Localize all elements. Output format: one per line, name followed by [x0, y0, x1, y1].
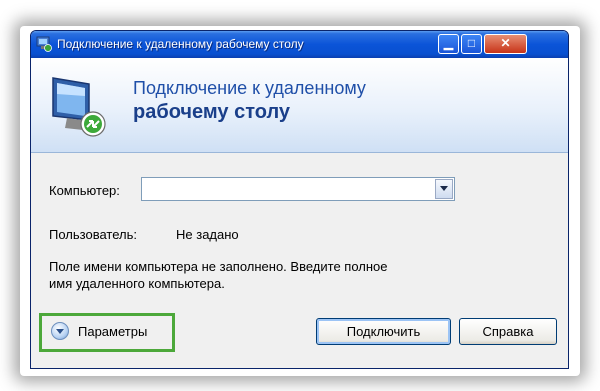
status-message: Поле имени компьютера не заполнено. Введ… [49, 258, 469, 292]
header-title-line1: Подключение к удаленному [133, 78, 366, 98]
computer-combobox[interactable] [141, 177, 455, 201]
minimize-button[interactable]: ▁ [438, 34, 459, 54]
remote-desktop-icon [52, 77, 106, 137]
chevron-down-icon [56, 329, 64, 334]
maximize-icon: □ [467, 36, 476, 50]
banner-header: Подключение к удаленному рабочему столу [31, 58, 568, 153]
minimize-icon: ▁ [443, 36, 454, 50]
computer-label: Компьютер: [49, 183, 120, 198]
dropdown-arrow-icon [440, 186, 448, 191]
help-button[interactable]: Справка [459, 318, 557, 345]
user-label: Пользователь: [49, 227, 137, 242]
connect-button[interactable]: Подключить [316, 318, 451, 345]
maximize-button[interactable]: □ [461, 34, 482, 54]
options-toggle[interactable]: Параметры [39, 313, 175, 352]
close-button[interactable]: ✕ [484, 34, 527, 54]
remote-desktop-window: Подключение к удаленному рабочему столу … [30, 30, 569, 369]
title-bar[interactable]: Подключение к удаленному рабочему столу … [31, 31, 568, 58]
expand-options-icon [51, 322, 69, 340]
user-value: Не задано [176, 227, 239, 242]
header-title-line2: рабочему столу [133, 101, 291, 123]
options-label: Параметры [78, 324, 148, 339]
status-message-line1: Поле имени компьютера не заполнено. Введ… [49, 259, 388, 274]
close-icon: ✕ [500, 36, 511, 50]
status-message-line2: имя удаленного компьютера. [49, 276, 225, 291]
remote-desktop-app-icon [36, 36, 52, 52]
computer-dropdown-button[interactable] [435, 179, 453, 199]
window-title: Подключение к удаленному рабочему столу [57, 37, 304, 51]
